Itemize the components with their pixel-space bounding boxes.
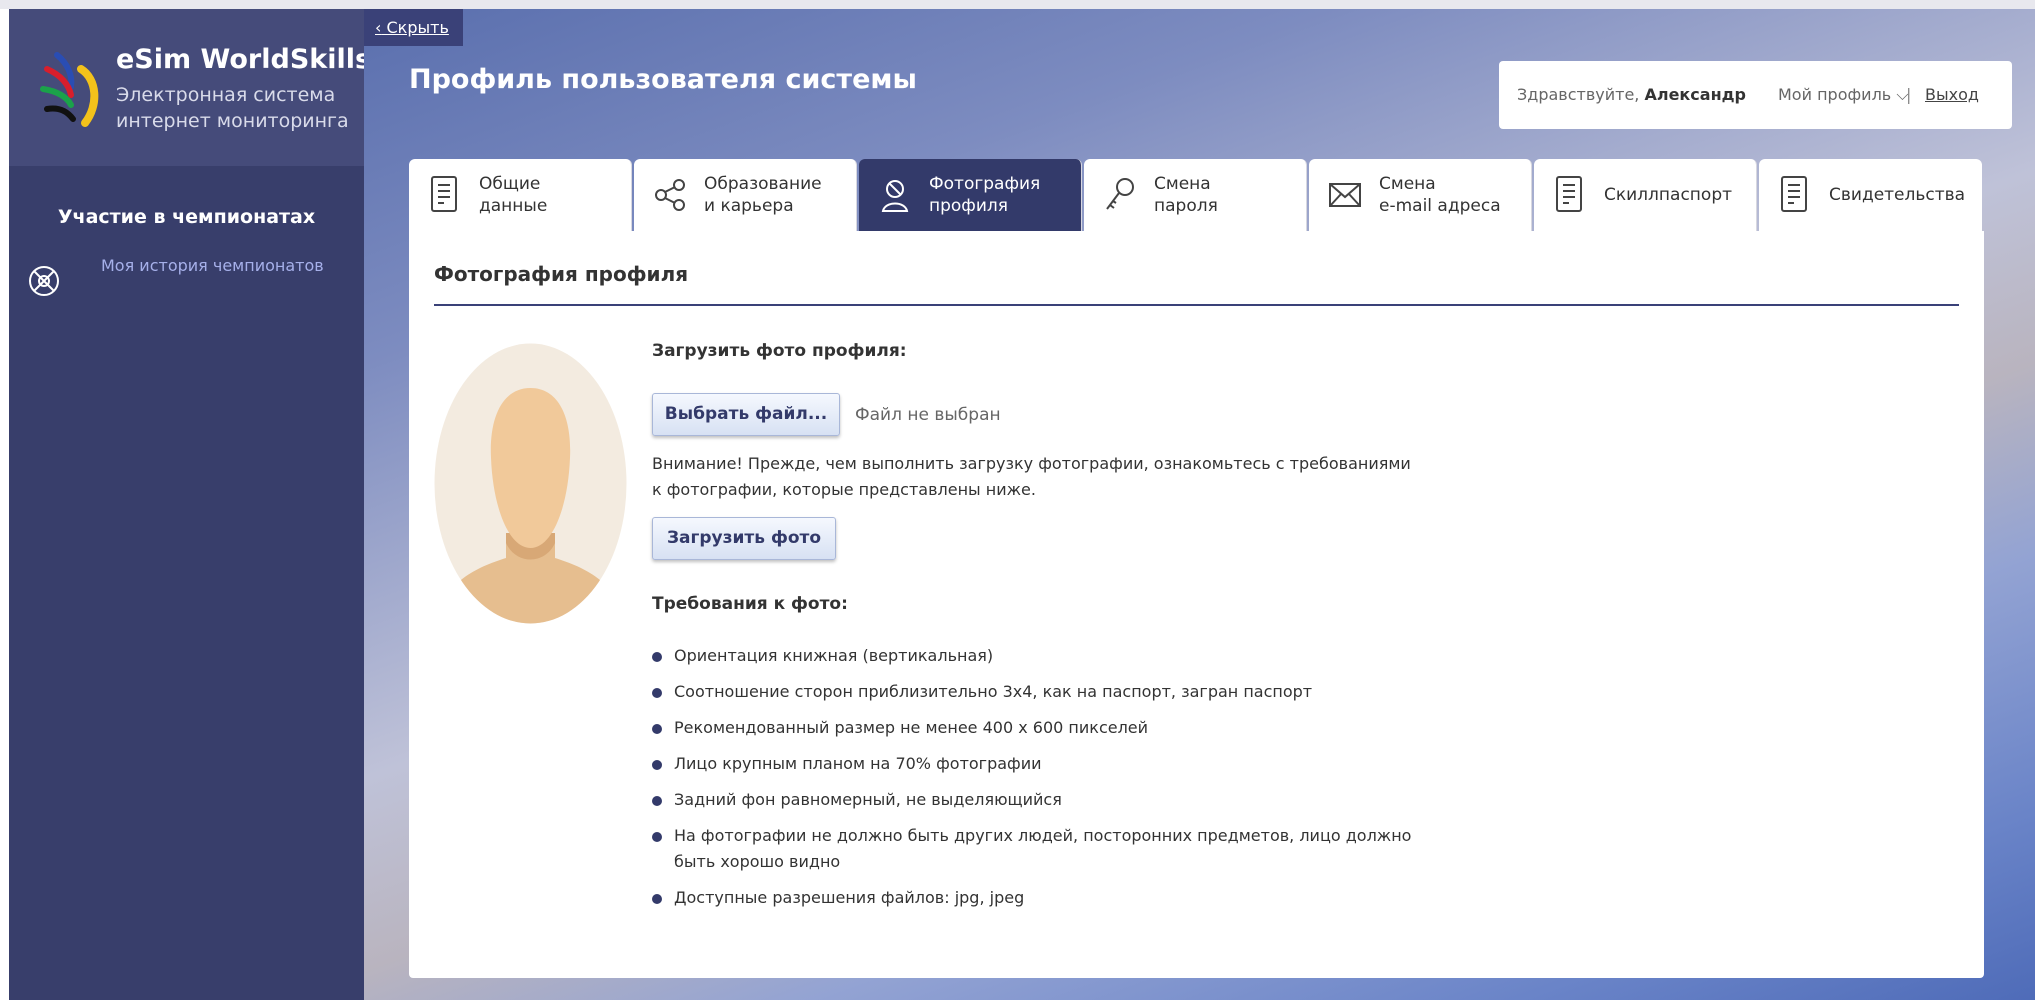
tab-label: Общие данные bbox=[479, 174, 548, 216]
list-item: На фотографии не должно быть других люде… bbox=[652, 823, 1412, 875]
document-icon bbox=[431, 176, 457, 212]
profile-photo-panel: Фотография профиля Загрузить фото профил… bbox=[409, 231, 1984, 978]
bullet-icon bbox=[652, 688, 662, 698]
requirement-text: Соотношение сторон приблизительно 3х4, к… bbox=[674, 682, 1313, 701]
tab-label: Фотография профиля bbox=[929, 174, 1041, 216]
requirements-title: Требования к фото: bbox=[652, 594, 848, 614]
upload-photo-button[interactable]: Загрузить фото bbox=[652, 517, 836, 560]
requirement-text: Рекомендованный размер не менее 400 х 60… bbox=[674, 718, 1149, 737]
user-box: Здравствуйте, Александр Мой профиль ⌵ | … bbox=[1499, 61, 2012, 129]
key-icon bbox=[1106, 178, 1134, 210]
sidebar-heading: Участие в чемпионатах bbox=[57, 206, 316, 228]
upload-label: Загрузить фото профиля: bbox=[652, 341, 907, 361]
brand-subtitle: Электронная система интернет мониторинга bbox=[116, 84, 349, 132]
main-area: ‹ Скрыть Профиль пользователя системы Зд… bbox=[364, 9, 2035, 1000]
upload-warning: Внимание! Прежде, чем выполнить загрузку… bbox=[652, 454, 1411, 499]
bullet-icon bbox=[652, 724, 662, 734]
file-status: Файл не выбран bbox=[855, 405, 1001, 425]
panel-title: Фотография профиля bbox=[434, 262, 689, 286]
bullet-icon bbox=[652, 796, 662, 806]
requirement-text: Лицо крупным планом на 70% фотографии bbox=[674, 754, 1042, 773]
bullet-icon bbox=[652, 894, 662, 904]
tab-general-data[interactable]: Общие данные bbox=[409, 159, 632, 231]
tab-change-password[interactable]: Смена пароля bbox=[1084, 159, 1307, 231]
page-title: Профиль пользователя системы bbox=[409, 64, 917, 95]
choose-file-button[interactable]: Выбрать файл... bbox=[652, 393, 840, 436]
logo-block: eSim WorldSkills Электронная система инт… bbox=[9, 9, 371, 166]
worldskills-logo-icon bbox=[40, 52, 99, 127]
brand-title: eSim WorldSkills bbox=[116, 44, 372, 75]
greeting: Здравствуйте, Александр bbox=[1517, 61, 1746, 129]
list-item: Задний фон равномерный, не выделяющийся bbox=[652, 787, 1412, 813]
bullet-icon bbox=[652, 832, 662, 842]
chevron-left-icon: ‹ bbox=[375, 18, 382, 37]
title-divider bbox=[434, 304, 1959, 306]
photo-icon bbox=[881, 180, 909, 212]
app-frame: eSim WorldSkills Электронная система инт… bbox=[9, 9, 2035, 1000]
my-profile-dropdown[interactable]: Мой профиль ⌵ bbox=[1778, 61, 1908, 129]
globe-icon bbox=[29, 266, 59, 296]
document-icon bbox=[1556, 176, 1582, 212]
my-profile-label: Мой профиль bbox=[1778, 85, 1892, 104]
window-top-border bbox=[0, 0, 2035, 9]
bullet-icon bbox=[652, 760, 662, 770]
tab-label: Смена e-mail адреса bbox=[1379, 174, 1501, 216]
hide-sidebar-label: Скрыть bbox=[386, 18, 449, 37]
tab-label: Смена пароля bbox=[1154, 174, 1218, 216]
envelope-icon bbox=[1329, 183, 1361, 207]
tab-label: Свидетельства bbox=[1829, 185, 1966, 205]
tab-certificates[interactable]: Свидетельства bbox=[1759, 159, 1982, 231]
list-item: Ориентация книжная (вертикальная) bbox=[652, 643, 1412, 669]
separator: | bbox=[1906, 85, 1912, 104]
tab-change-email[interactable]: Смена e-mail адреса bbox=[1309, 159, 1532, 231]
tab-label: Образование и карьера bbox=[704, 174, 822, 216]
avatar-placeholder-icon bbox=[434, 343, 627, 624]
sidebar-item-championship-history[interactable]: Моя история чемпионатов bbox=[101, 256, 324, 275]
tab-education-career[interactable]: Образование и карьера bbox=[634, 159, 857, 231]
list-item: Доступные разрешения файлов: jpg, jpeg bbox=[652, 885, 1412, 911]
tab-label: Скиллпаспорт bbox=[1604, 185, 1733, 205]
tab-profile-photo[interactable]: Фотография профиля bbox=[859, 159, 1082, 231]
sidebar: eSim WorldSkills Электронная система инт… bbox=[9, 9, 371, 1000]
greeting-text: Здравствуйте, bbox=[1517, 85, 1640, 104]
requirement-text: На фотографии не должно быть других люде… bbox=[674, 826, 1412, 871]
share-icon bbox=[655, 179, 685, 211]
tab-bar: Общие данные Образование и карьера Фотог… bbox=[409, 159, 1984, 231]
requirements-list: Ориентация книжная (вертикальная) Соотно… bbox=[652, 643, 1412, 921]
requirement-text: Задний фон равномерный, не выделяющийся bbox=[674, 790, 1062, 809]
list-item: Соотношение сторон приблизительно 3х4, к… bbox=[652, 679, 1412, 705]
document-icon bbox=[1781, 176, 1807, 212]
tab-skillpassport[interactable]: Скиллпаспорт bbox=[1534, 159, 1757, 231]
hide-sidebar-button[interactable]: ‹ Скрыть bbox=[364, 9, 463, 46]
logout-link[interactable]: Выход bbox=[1925, 61, 1979, 129]
list-item: Рекомендованный размер не менее 400 х 60… bbox=[652, 715, 1412, 741]
requirement-text: Ориентация книжная (вертикальная) bbox=[674, 646, 994, 665]
list-item: Лицо крупным планом на 70% фотографии bbox=[652, 751, 1412, 777]
requirement-text: Доступные разрешения файлов: jpg, jpeg bbox=[674, 888, 1025, 907]
bullet-icon bbox=[652, 652, 662, 662]
user-name: Александр bbox=[1644, 85, 1746, 104]
